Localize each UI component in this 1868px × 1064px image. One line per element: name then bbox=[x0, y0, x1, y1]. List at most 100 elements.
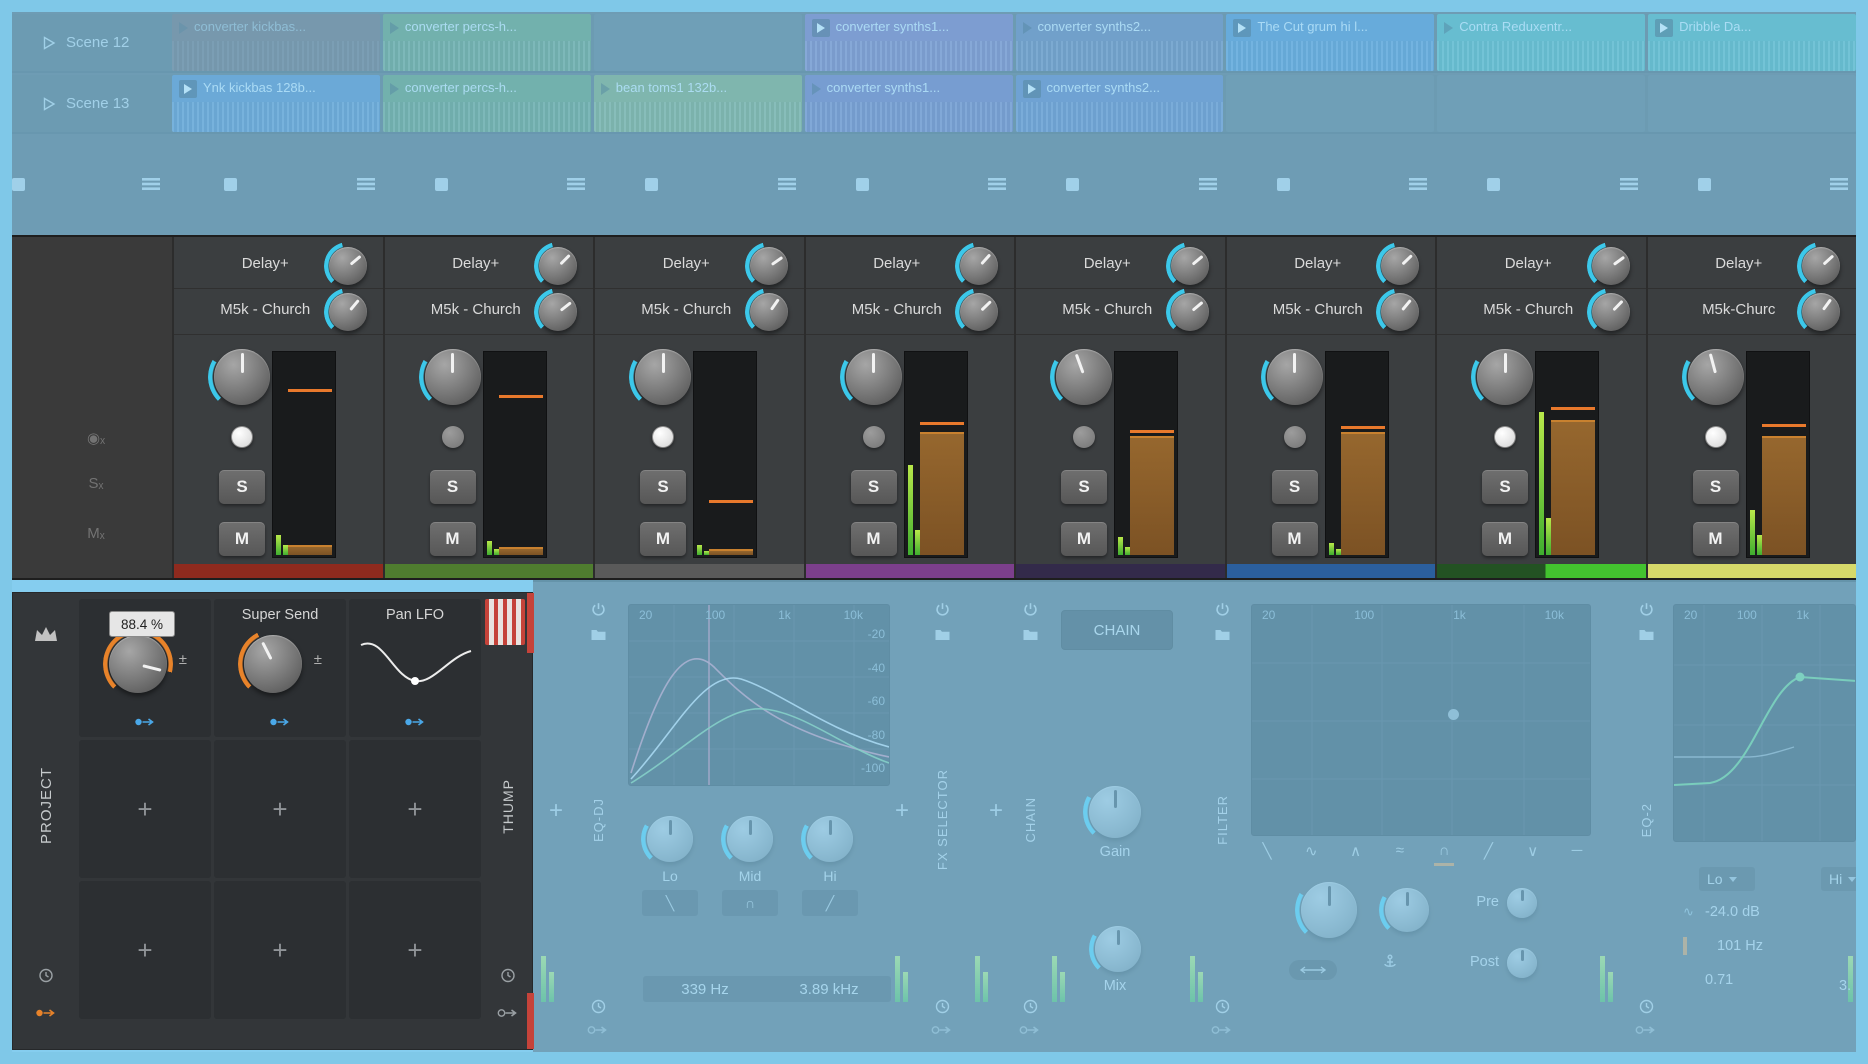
device-reverb-label[interactable]: M5k - Church bbox=[204, 301, 327, 318]
global-solo-disable-icon[interactable]: Sₓ bbox=[74, 475, 118, 492]
eq2-hi-band-select[interactable]: Hi bbox=[1821, 867, 1856, 891]
track-list-icon[interactable] bbox=[357, 177, 375, 191]
solo-button[interactable]: S bbox=[1693, 470, 1739, 504]
eq-band-shape[interactable]: ∩ bbox=[722, 890, 778, 916]
add-device-button[interactable]: + bbox=[543, 796, 567, 826]
modulator-knob[interactable] bbox=[109, 635, 167, 693]
device-name[interactable]: CHAIN bbox=[1023, 797, 1038, 842]
scene-12-launch[interactable]: Scene 12 bbox=[12, 14, 172, 71]
track-list-icon[interactable] bbox=[988, 177, 1006, 191]
stop-all-clips-button[interactable] bbox=[12, 178, 25, 191]
record-arm-button[interactable] bbox=[1284, 426, 1306, 448]
eq-band-shape[interactable]: ╱ bbox=[802, 890, 858, 916]
clip-slot[interactable]: converter kickbas... bbox=[172, 14, 380, 71]
device-delay-label[interactable]: Delay+ bbox=[1678, 255, 1801, 272]
device-delay-knob[interactable] bbox=[750, 247, 788, 285]
device-reverb-label[interactable]: M5k-Churc bbox=[1678, 301, 1801, 318]
folder-icon[interactable] bbox=[1639, 629, 1654, 641]
folder-icon[interactable] bbox=[1023, 629, 1038, 641]
volume-knob[interactable] bbox=[1056, 349, 1112, 405]
volume-knob[interactable] bbox=[846, 349, 902, 405]
device-delay-label[interactable]: Delay+ bbox=[836, 255, 959, 272]
eq2-lo-band-select[interactable]: Lo bbox=[1699, 867, 1755, 891]
clock-icon[interactable] bbox=[1023, 999, 1038, 1014]
clock-icon[interactable] bbox=[1639, 999, 1654, 1014]
power-icon[interactable] bbox=[1023, 602, 1038, 617]
track-list-icon[interactable] bbox=[778, 177, 796, 191]
empty-modulator-slot[interactable]: + bbox=[349, 740, 481, 878]
crown-icon[interactable] bbox=[33, 625, 59, 643]
device-delay-label[interactable]: Delay+ bbox=[1257, 255, 1380, 272]
record-arm-button[interactable] bbox=[1073, 426, 1095, 448]
clip-slot[interactable]: converter synths1... bbox=[805, 75, 1013, 132]
filter-shape-icon[interactable]: ∧ bbox=[1344, 842, 1368, 860]
eq2-value-row[interactable]: 101 Hz bbox=[1683, 934, 1833, 958]
mute-button[interactable]: M bbox=[1693, 522, 1739, 556]
modulation-route-icon[interactable] bbox=[134, 716, 156, 728]
track-stop-button[interactable] bbox=[224, 178, 237, 191]
volume-knob[interactable] bbox=[635, 349, 691, 405]
clock-icon[interactable] bbox=[39, 968, 54, 983]
track-stop-button[interactable] bbox=[1698, 178, 1711, 191]
record-arm-button[interactable] bbox=[1494, 426, 1516, 448]
routing-arrow-icon[interactable] bbox=[497, 1007, 519, 1019]
record-arm-button[interactable] bbox=[652, 426, 674, 448]
power-icon[interactable] bbox=[935, 602, 950, 617]
solo-button[interactable]: S bbox=[640, 470, 686, 504]
lfo-curve[interactable] bbox=[357, 633, 475, 691]
global-arm-disable-icon[interactable]: ◉ₓ bbox=[74, 429, 118, 447]
eqdj-spectrum-display[interactable]: 201001k10k -20-40-60-80-100 bbox=[628, 604, 890, 786]
anchor-icon[interactable] bbox=[1383, 954, 1397, 970]
volume-knob[interactable] bbox=[214, 349, 270, 405]
power-icon[interactable] bbox=[1639, 602, 1654, 617]
device-reverb-label[interactable]: M5k - Church bbox=[625, 301, 748, 318]
empty-modulator-slot[interactable]: + bbox=[349, 881, 481, 1019]
crossover-freq-2[interactable]: 3.89 kHz bbox=[767, 976, 891, 1002]
volume-knob[interactable] bbox=[1267, 349, 1323, 405]
clock-icon[interactable] bbox=[935, 999, 950, 1014]
routing-arrow-icon[interactable] bbox=[1211, 1024, 1233, 1036]
eq-band-knob[interactable] bbox=[807, 816, 853, 862]
track-stop-button[interactable] bbox=[856, 178, 869, 191]
filter-shape-icon[interactable]: ≈ bbox=[1388, 842, 1412, 860]
clip-slot[interactable]: converter synths1... bbox=[805, 14, 1013, 71]
power-icon[interactable] bbox=[591, 602, 606, 617]
modulator-knob[interactable] bbox=[244, 635, 302, 693]
eq-band-shape[interactable]: ╲ bbox=[642, 890, 698, 916]
clip-slot[interactable]: converter synths2... bbox=[1016, 75, 1224, 132]
device-name[interactable]: EQ-DJ bbox=[591, 798, 606, 842]
device-reverb-knob[interactable] bbox=[1381, 293, 1419, 331]
filter-shape-icon[interactable]: ╱ bbox=[1476, 842, 1500, 860]
mute-button[interactable]: M bbox=[1272, 522, 1318, 556]
mute-button[interactable]: M bbox=[640, 522, 686, 556]
solo-button[interactable]: S bbox=[430, 470, 476, 504]
eq2-value-row[interactable]: 0.71 bbox=[1683, 968, 1833, 992]
device-delay-knob[interactable] bbox=[329, 247, 367, 285]
add-device-button[interactable]: + bbox=[983, 796, 1007, 826]
device-delay-knob[interactable] bbox=[1381, 247, 1419, 285]
device-name[interactable]: FX SELECTOR bbox=[935, 769, 950, 870]
filter-shape-icon[interactable]: ∩ bbox=[1432, 842, 1456, 860]
eq2-curve-display[interactable]: 201001k bbox=[1673, 604, 1856, 842]
eq2-value-row[interactable]: ∿ -24.0 dB bbox=[1683, 900, 1833, 924]
device-delay-knob[interactable] bbox=[539, 247, 577, 285]
record-arm-button[interactable] bbox=[1705, 426, 1727, 448]
empty-modulator-slot[interactable]: + bbox=[214, 740, 346, 878]
mute-button[interactable]: M bbox=[851, 522, 897, 556]
folder-icon[interactable] bbox=[935, 629, 950, 641]
filter-curve-display[interactable]: 201001k10k bbox=[1251, 604, 1591, 836]
track-stop-button[interactable] bbox=[645, 178, 658, 191]
eq-band-knob[interactable] bbox=[647, 816, 693, 862]
volume-knob[interactable] bbox=[1688, 349, 1744, 405]
clip-slot[interactable]: converter percs-h... bbox=[383, 75, 591, 132]
volume-knob[interactable] bbox=[1477, 349, 1533, 405]
clip-slot[interactable] bbox=[1437, 75, 1645, 132]
clip-slot[interactable]: Ynk kickbas 128b... bbox=[172, 75, 380, 132]
device-reverb-knob[interactable] bbox=[1802, 293, 1840, 331]
device-reverb-knob[interactable] bbox=[1171, 293, 1209, 331]
device-reverb-knob[interactable] bbox=[750, 293, 788, 331]
record-arm-button[interactable] bbox=[863, 426, 885, 448]
device-delay-knob[interactable] bbox=[1592, 247, 1630, 285]
modulator-slot[interactable]: Super Send ± bbox=[214, 599, 346, 737]
clip-slot[interactable]: converter percs-h... bbox=[383, 14, 591, 71]
